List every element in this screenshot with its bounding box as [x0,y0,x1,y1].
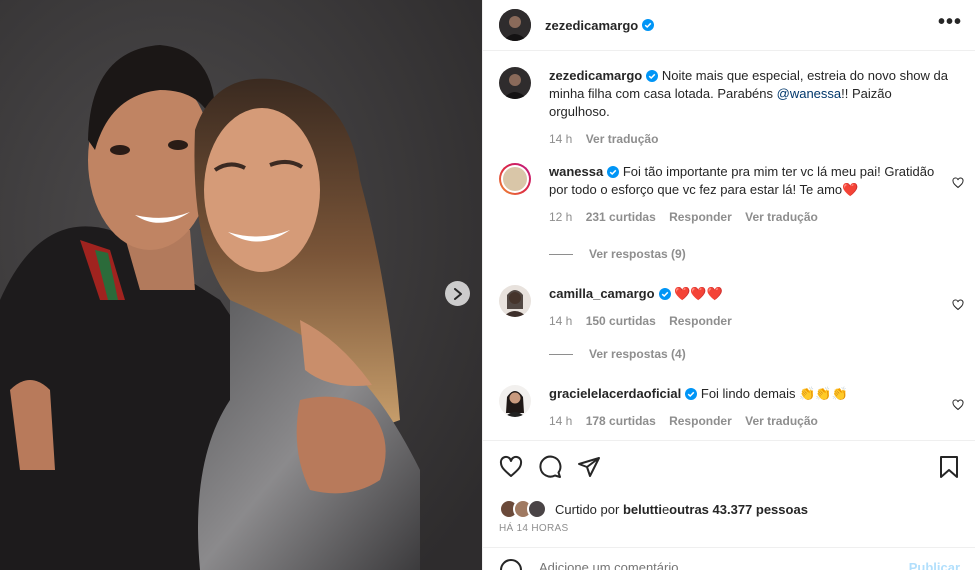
add-comment-bar: Publicar [483,547,975,570]
liked-by-middle: e [661,501,670,517]
verified-badge-icon [642,19,655,31]
verified-badge-icon [658,288,671,300]
liked-by-prefix: Curtido por [555,501,620,517]
replies-divider [549,253,573,255]
comment-time[interactable]: 14 h [549,314,572,328]
photo-illustration [0,0,482,570]
reply-button[interactable]: Responder [669,314,732,328]
post-actions: Curtido por belutti e outras 43.377 pess… [483,440,975,546]
view-replies-label: Ver respostas (4) [589,347,686,361]
caption-body: zezedicamargo Noite mais que especial, e… [549,67,949,148]
reply-button[interactable]: Responder [669,414,732,428]
translate-button[interactable]: Ver tradução [745,414,818,428]
post-photo[interactable] [0,0,482,570]
likers-avatars[interactable] [499,499,547,519]
verified-badge-icon [646,70,659,82]
liked-by-others[interactable]: outras 43.377 pessoas [669,502,808,517]
comment-time[interactable]: 14 h [549,414,572,428]
publish-button[interactable]: Publicar [909,560,960,570]
comment-likes[interactable]: 150 curtidas [586,314,656,328]
caption-meta: 14 h Ver tradução [549,130,949,148]
reply-button[interactable]: Responder [669,210,732,224]
action-icons [499,455,601,484]
comments-list[interactable]: zezedicamargo Noite mais que especial, e… [483,51,975,440]
like-comment-icon[interactable] [952,177,964,189]
instagram-post-view: zezedicamargo ••• zezedicamargo Noite ma… [0,0,975,570]
comment-body: wanessa Foi tão importante pra mim ter v… [549,163,949,226]
comment-meta: 12 h 231 curtidas Responder Ver tradução [549,208,949,226]
share-button[interactable] [577,455,601,484]
emoji-icon[interactable] [499,558,523,570]
post-header: zezedicamargo ••• [483,0,975,51]
comment-text: Foi lindo demais [700,386,796,401]
author-username[interactable]: zezedicamargo [545,18,638,33]
translate-button[interactable]: Ver tradução [586,132,659,146]
comment-bubble-icon [539,455,562,478]
likes-summary: Curtido por belutti e outras 43.377 pess… [499,499,808,519]
comment-item: wanessa Foi tão importante pra mim ter v… [499,163,964,224]
comment-likes[interactable]: 231 curtidas [586,210,656,224]
caption-time[interactable]: 14 h [549,132,572,146]
paper-plane-icon [578,457,600,477]
next-photo-button[interactable] [445,281,470,306]
commenter-avatar[interactable] [499,385,531,417]
comment-likes[interactable]: 178 curtidas [586,414,656,428]
liked-by-user[interactable]: belutti [623,502,662,517]
liker-avatar [527,499,547,519]
verified-badge-icon [607,166,620,178]
caption-author[interactable]: zezedicamargo [549,68,642,83]
comment-body: camilla_camargo ❤️❤️❤️ 14 h 150 curtidas… [549,285,949,330]
like-comment-icon[interactable] [952,299,964,311]
comment-meta: 14 h 178 curtidas Responder Ver tradução [549,412,949,430]
save-button[interactable] [938,455,960,484]
bookmark-icon [940,456,958,478]
more-options-button[interactable]: ••• [938,11,962,34]
commenter-avatar[interactable] [499,285,531,317]
comment-meta: 14 h 150 curtidas Responder [549,312,949,330]
verified-badge-icon [685,388,698,400]
comment-input[interactable] [539,560,899,570]
clap-emoji: 👏👏👏 [799,386,848,401]
mention-link[interactable]: @wanessa [777,86,842,101]
story-ring[interactable] [499,163,531,195]
post-timestamp[interactable]: HÁ 14 HORAS [499,523,568,534]
heart-icon [499,455,523,477]
replies-divider [549,353,573,355]
like-comment-icon[interactable] [952,399,964,411]
view-replies-button[interactable]: Ver respostas (9) [549,247,686,261]
caption-author-avatar[interactable] [499,67,531,99]
post-side-panel: zezedicamargo ••• zezedicamargo Noite ma… [482,0,975,570]
comment-button[interactable] [538,455,562,484]
heart-emoji: ❤️ [842,182,859,197]
author-avatar[interactable] [499,9,531,41]
commenter-username[interactable]: gracielelacerdaoficial [549,386,681,401]
hearts-emoji: ❤️❤️❤️ [674,286,723,301]
commenter-username[interactable]: camilla_camargo [549,286,655,301]
comment-body: gracielelacerdaoficial Foi lindo demais … [549,385,949,430]
chevron-right-icon [453,287,462,300]
commenter-username[interactable]: wanessa [549,164,603,179]
comment-time[interactable]: 12 h [549,210,572,224]
view-replies-label: Ver respostas (9) [589,247,686,261]
commenter-avatar [503,167,527,191]
view-replies-button[interactable]: Ver respostas (4) [549,347,686,361]
translate-button[interactable]: Ver tradução [745,210,818,224]
like-button[interactable] [499,455,523,484]
